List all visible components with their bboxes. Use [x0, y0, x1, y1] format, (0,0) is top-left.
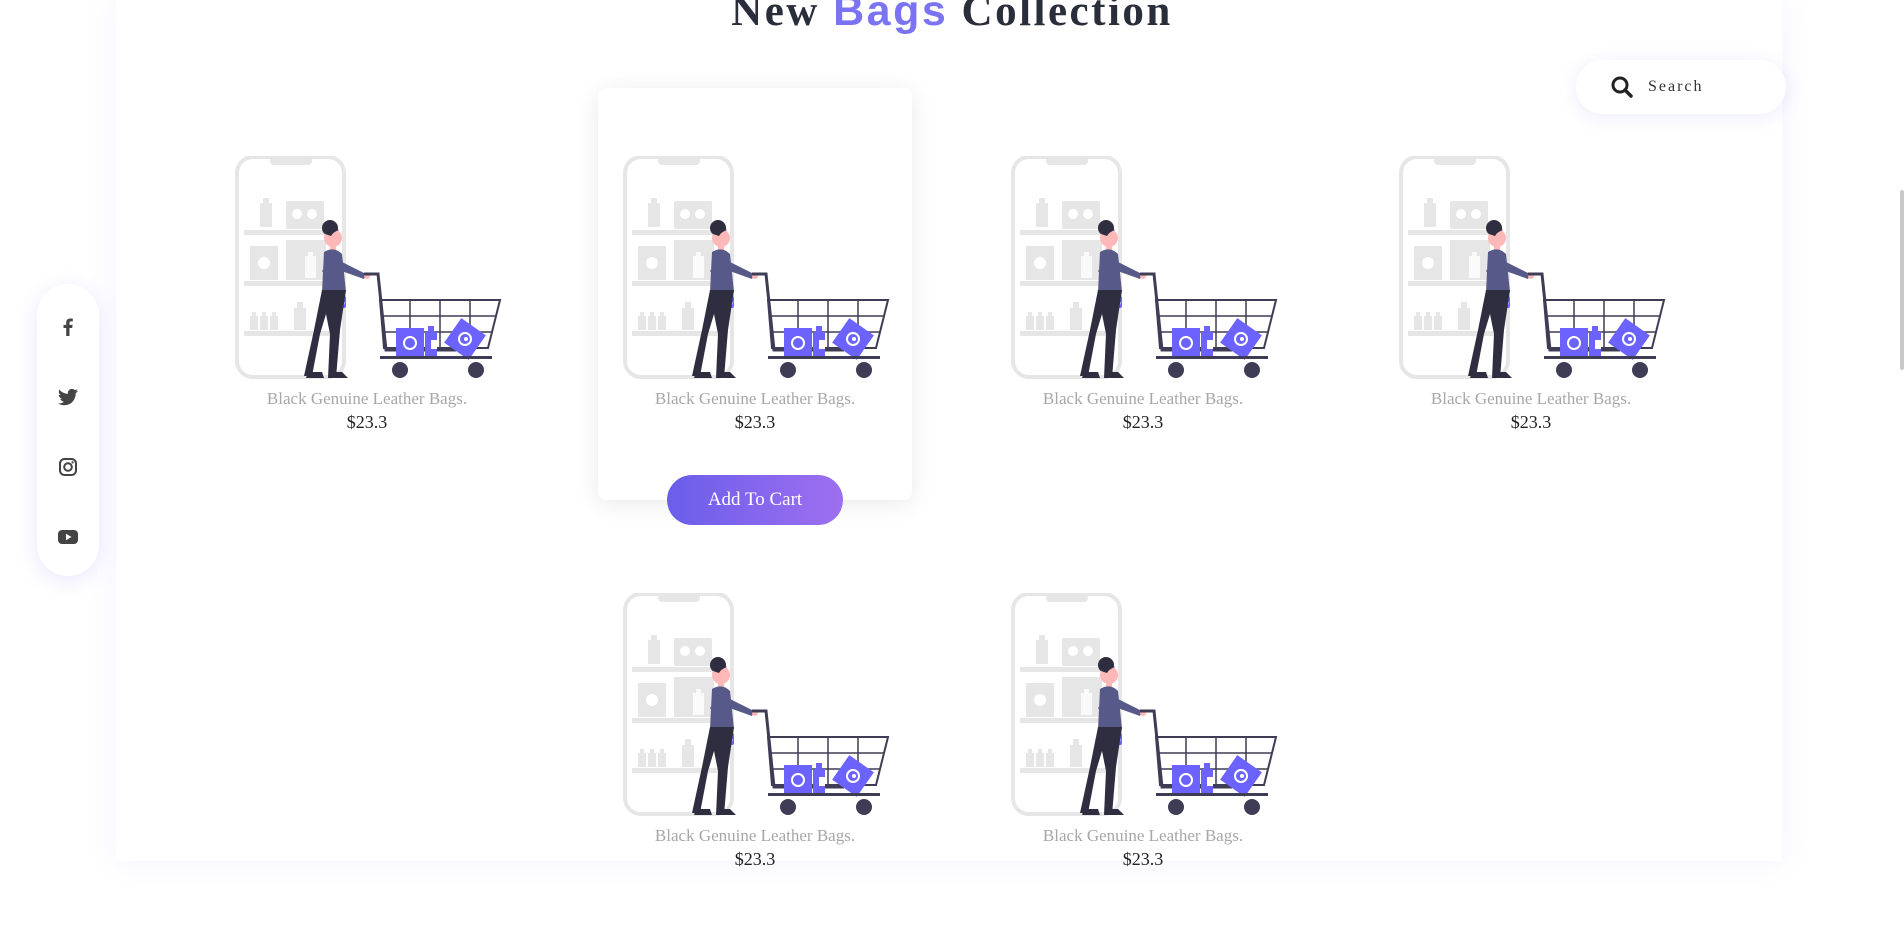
product-price: $23.3: [734, 412, 776, 432]
product-card[interactable]: Black Genuine Leather Bags. $23.3 Add To…: [598, 88, 912, 525]
shopping-cart-illustration: [1011, 156, 1278, 380]
add-to-cart-button[interactable]: Add To Cart: [667, 475, 843, 525]
shopping-cart-illustration: [1399, 156, 1666, 380]
product-price: $23.3: [346, 412, 388, 432]
shopping-cart-illustration: [623, 156, 890, 380]
twitter-icon[interactable]: [56, 385, 80, 409]
product-price: $23.3: [734, 849, 776, 869]
page-title-accent: Bags: [833, 0, 949, 35]
product-card[interactable]: Black Genuine Leather Bags. $23.3: [210, 88, 524, 500]
product-name: Black Genuine Leather Bags.: [654, 826, 856, 845]
product-card[interactable]: Black Genuine Leather Bags. $23.3: [1374, 88, 1688, 500]
shopping-cart-illustration: [1011, 593, 1278, 817]
product-card[interactable]: Black Genuine Leather Bags. $23.3: [986, 88, 1300, 500]
product-name: Black Genuine Leather Bags.: [1042, 826, 1244, 845]
instagram-icon[interactable]: [56, 455, 80, 479]
product-card[interactable]: Black Genuine Leather Bags. $23.3: [986, 525, 1300, 937]
facebook-icon[interactable]: [56, 315, 80, 339]
youtube-icon[interactable]: [56, 525, 80, 549]
twitter-link[interactable]: [56, 385, 80, 409]
shopping-cart-illustration: [235, 156, 502, 380]
social-sidebar: [37, 284, 99, 576]
product-price: $23.3: [1122, 849, 1164, 869]
product-card[interactable]: Black Genuine Leather Bags. $23.3: [598, 525, 912, 937]
product-name: Black Genuine Leather Bags.: [1042, 389, 1244, 408]
product-name: Black Genuine Leather Bags.: [266, 389, 468, 408]
product-price: $23.3: [1510, 412, 1552, 432]
page-title: New Bags Collection: [0, 0, 1904, 38]
page-title-suffix: Collection: [948, 0, 1173, 35]
page-title-prefix: New: [731, 0, 834, 35]
youtube-link[interactable]: [56, 525, 80, 549]
instagram-link[interactable]: [56, 455, 80, 479]
facebook-link[interactable]: [56, 315, 80, 339]
product-price: $23.3: [1122, 412, 1164, 432]
product-name: Black Genuine Leather Bags.: [654, 389, 856, 408]
scrollbar-thumb[interactable]: [1900, 190, 1904, 370]
shopping-cart-illustration: [623, 593, 890, 817]
product-name: Black Genuine Leather Bags.: [1430, 389, 1632, 408]
